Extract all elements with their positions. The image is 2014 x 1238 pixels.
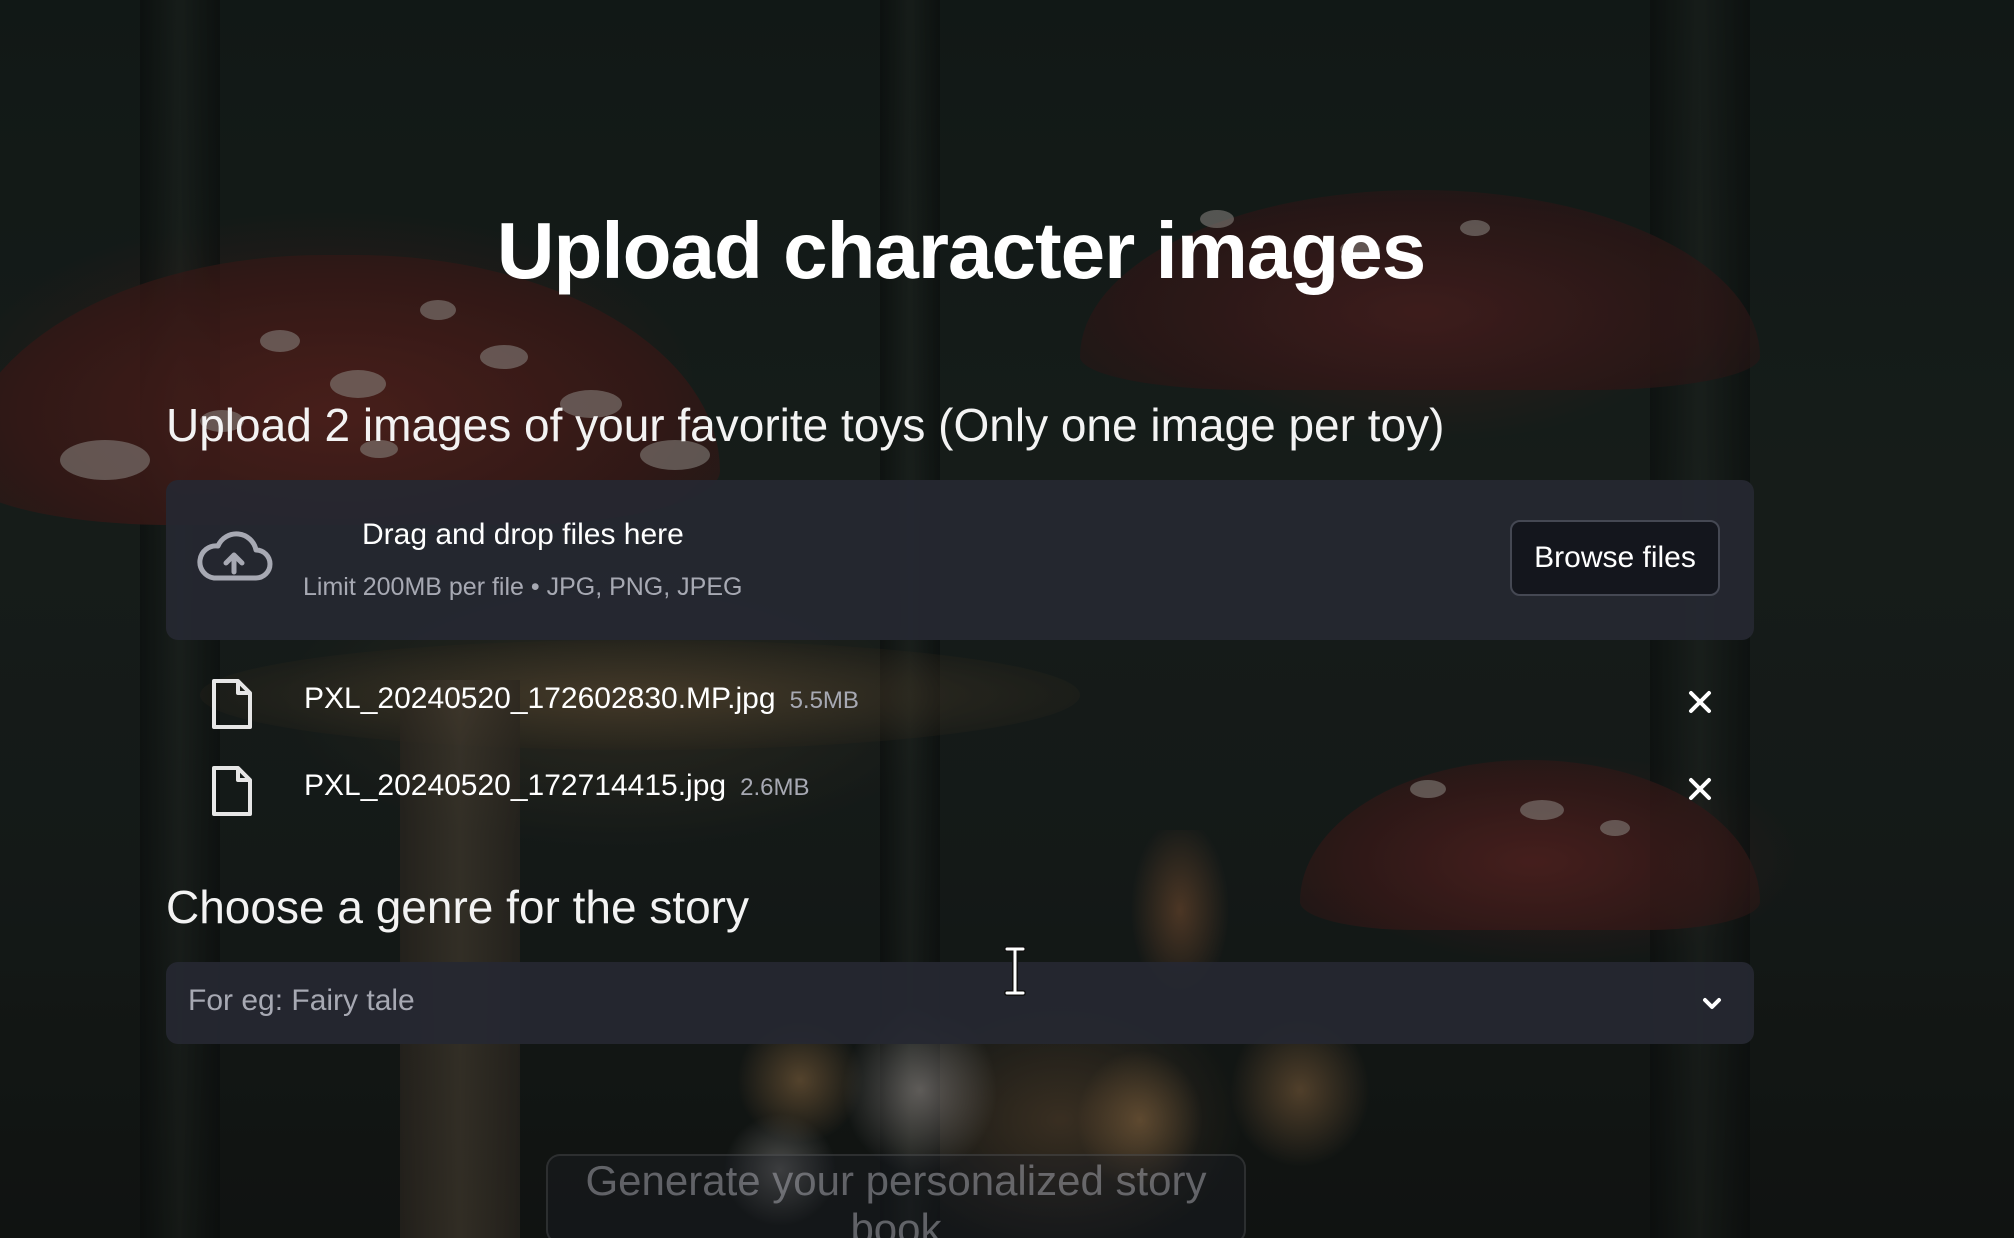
main-content: Upload character images Upload 2 images … <box>0 0 2014 1238</box>
file-icon <box>212 766 252 816</box>
app-viewport: Upload character images Upload 2 images … <box>0 0 2014 1238</box>
file-name: PXL_20240520_172714415.jpg 2.6MB <box>304 769 809 803</box>
page-title: Upload character images <box>496 206 1426 295</box>
file-size: 2.6MB <box>740 774 810 801</box>
cloud-upload-icon <box>197 531 273 581</box>
dropzone-limit-text: Limit 200MB per file • JPG, PNG, JPEG <box>303 573 743 601</box>
file-size: 5.5MB <box>789 687 859 714</box>
upload-label: Upload 2 images of your favorite toys (O… <box>166 399 1445 451</box>
file-icon <box>212 679 252 729</box>
close-icon <box>1689 778 1711 800</box>
uploaded-file-row: PXL_20240520_172714415.jpg 2.6MB <box>166 755 1754 825</box>
uploaded-file-row: PXL_20240520_172602830.MP.jpg 5.5MB <box>166 668 1754 738</box>
chevron-down-icon <box>1703 998 1721 1009</box>
text-cursor-icon <box>1004 946 1026 996</box>
genre-label: Choose a genre for the story <box>166 881 749 933</box>
generate-story-button[interactable]: Generate your personalized story book <box>546 1154 1246 1238</box>
close-icon <box>1689 691 1711 713</box>
file-dropzone[interactable]: Drag and drop files here Limit 200MB per… <box>166 480 1754 640</box>
file-name-text: PXL_20240520_172602830.MP.jpg <box>304 682 776 715</box>
file-name-text: PXL_20240520_172714415.jpg <box>304 769 727 802</box>
genre-select[interactable]: For eg: Fairy tale <box>166 962 1754 1044</box>
genre-select-placeholder: For eg: Fairy tale <box>188 984 415 1017</box>
remove-file-button[interactable] <box>1680 682 1720 722</box>
remove-file-button[interactable] <box>1680 769 1720 809</box>
file-name: PXL_20240520_172602830.MP.jpg 5.5MB <box>304 682 859 716</box>
browse-files-button[interactable]: Browse files <box>1510 520 1720 596</box>
dropzone-title: Drag and drop files here <box>362 518 684 551</box>
